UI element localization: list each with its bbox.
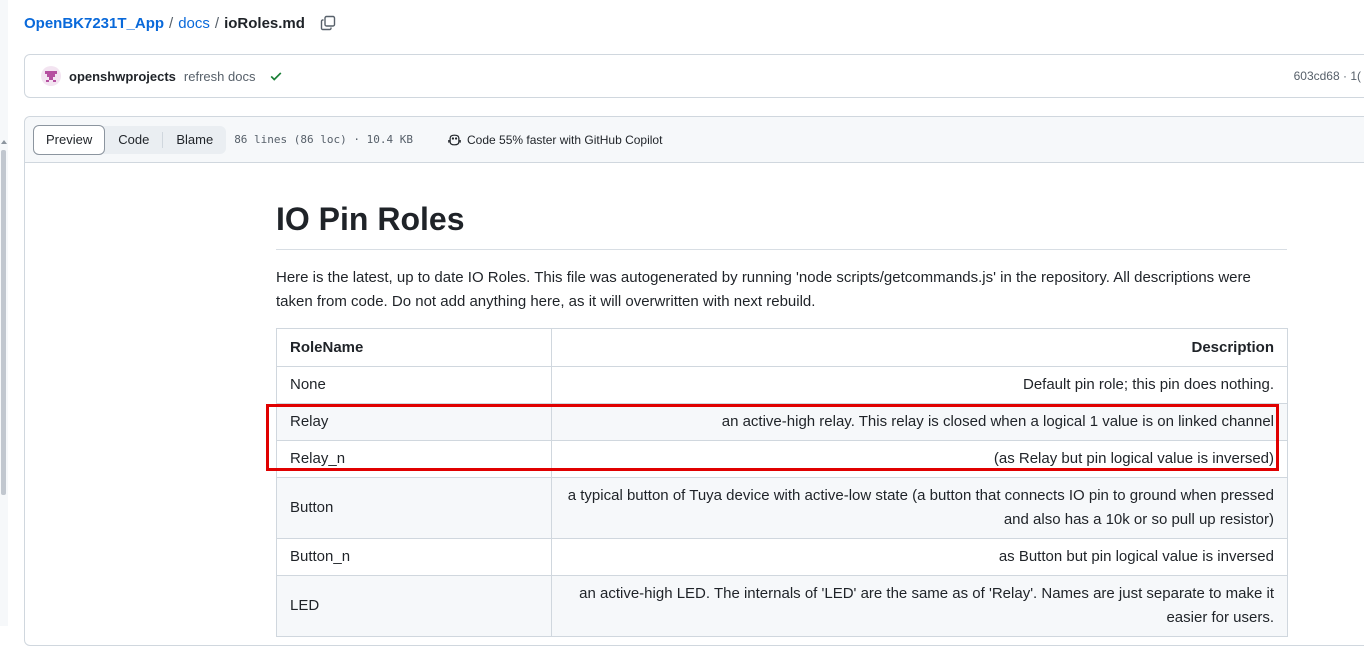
- copy-path-icon[interactable]: [319, 14, 337, 32]
- avatar[interactable]: [41, 66, 61, 86]
- latest-commit-bar: openshwprojects refresh docs 603cd68 · 1…: [24, 54, 1364, 98]
- file-header: Preview Code Blame 86 lines (86 loc) · 1…: [25, 117, 1364, 163]
- breadcrumb-repo-link[interactable]: OpenBK7231T_App: [24, 15, 164, 32]
- tab-preview[interactable]: Preview: [33, 124, 106, 155]
- table-cell-description: (as Relay but pin logical value is inver…: [551, 440, 1288, 478]
- commit-message-link[interactable]: refresh docs: [184, 69, 256, 84]
- page-title: IO Pin Roles: [276, 199, 1287, 250]
- table-cell-description: an active-high relay. This relay is clos…: [551, 403, 1288, 441]
- table-cell-description: as Button but pin logical value is inver…: [551, 538, 1288, 576]
- tab-blame[interactable]: Blame: [163, 126, 226, 154]
- table-cell-description: Default pin role; this pin does nothing.: [551, 366, 1288, 404]
- breadcrumb-separator: /: [169, 14, 174, 32]
- roles-table: RoleName Description None Default pin ro…: [276, 328, 1288, 637]
- table-cell-role: Relay: [276, 403, 552, 441]
- copilot-link[interactable]: Code 55% faster with GitHub Copilot: [447, 133, 662, 147]
- table-header-description: Description: [551, 328, 1288, 367]
- table-cell-role: None: [276, 366, 552, 404]
- scroll-up-arrow-icon[interactable]: [1, 140, 7, 144]
- breadcrumb-docs-link[interactable]: docs: [178, 15, 210, 32]
- table-cell-description: a typical button of Tuya device with act…: [551, 477, 1288, 539]
- table-header-rolename: RoleName: [276, 328, 552, 367]
- table-cell-role: Button: [276, 477, 552, 539]
- table-cell-role: Button_n: [276, 538, 552, 576]
- table-cell-role: LED: [276, 575, 552, 637]
- table-cell-description: an active-high LED. The internals of 'LE…: [551, 575, 1288, 637]
- intro-paragraph: Here is the latest, up to date IO Roles.…: [276, 269, 1251, 310]
- scrollbar-thumb[interactable]: [1, 150, 6, 495]
- file-meta: 86 lines (86 loc) · 10.4 KB: [234, 133, 413, 146]
- view-mode-tabs: Preview Code Blame: [33, 124, 227, 155]
- markdown-body: IO Pin Roles Here is the latest, up to d…: [276, 179, 1288, 637]
- page-scrollbar[interactable]: [0, 0, 8, 626]
- commit-sha[interactable]: 603cd68 · 1(: [1294, 69, 1361, 83]
- tab-code[interactable]: Code: [105, 126, 162, 154]
- file-viewer: Preview Code Blame 86 lines (86 loc) · 1…: [24, 116, 1364, 646]
- table-cell-role: Relay_n: [276, 440, 552, 478]
- check-icon[interactable]: [269, 69, 283, 83]
- copilot-icon: [448, 134, 461, 145]
- copilot-text: Code 55% faster with GitHub Copilot: [467, 132, 663, 147]
- breadcrumb-separator: /: [214, 14, 220, 32]
- commit-author-link[interactable]: openshwprojects: [69, 69, 176, 84]
- breadcrumb: OpenBK7231T_App / docs / ioRoles.md: [24, 12, 337, 34]
- breadcrumb-file-name: ioRoles.md: [224, 14, 305, 32]
